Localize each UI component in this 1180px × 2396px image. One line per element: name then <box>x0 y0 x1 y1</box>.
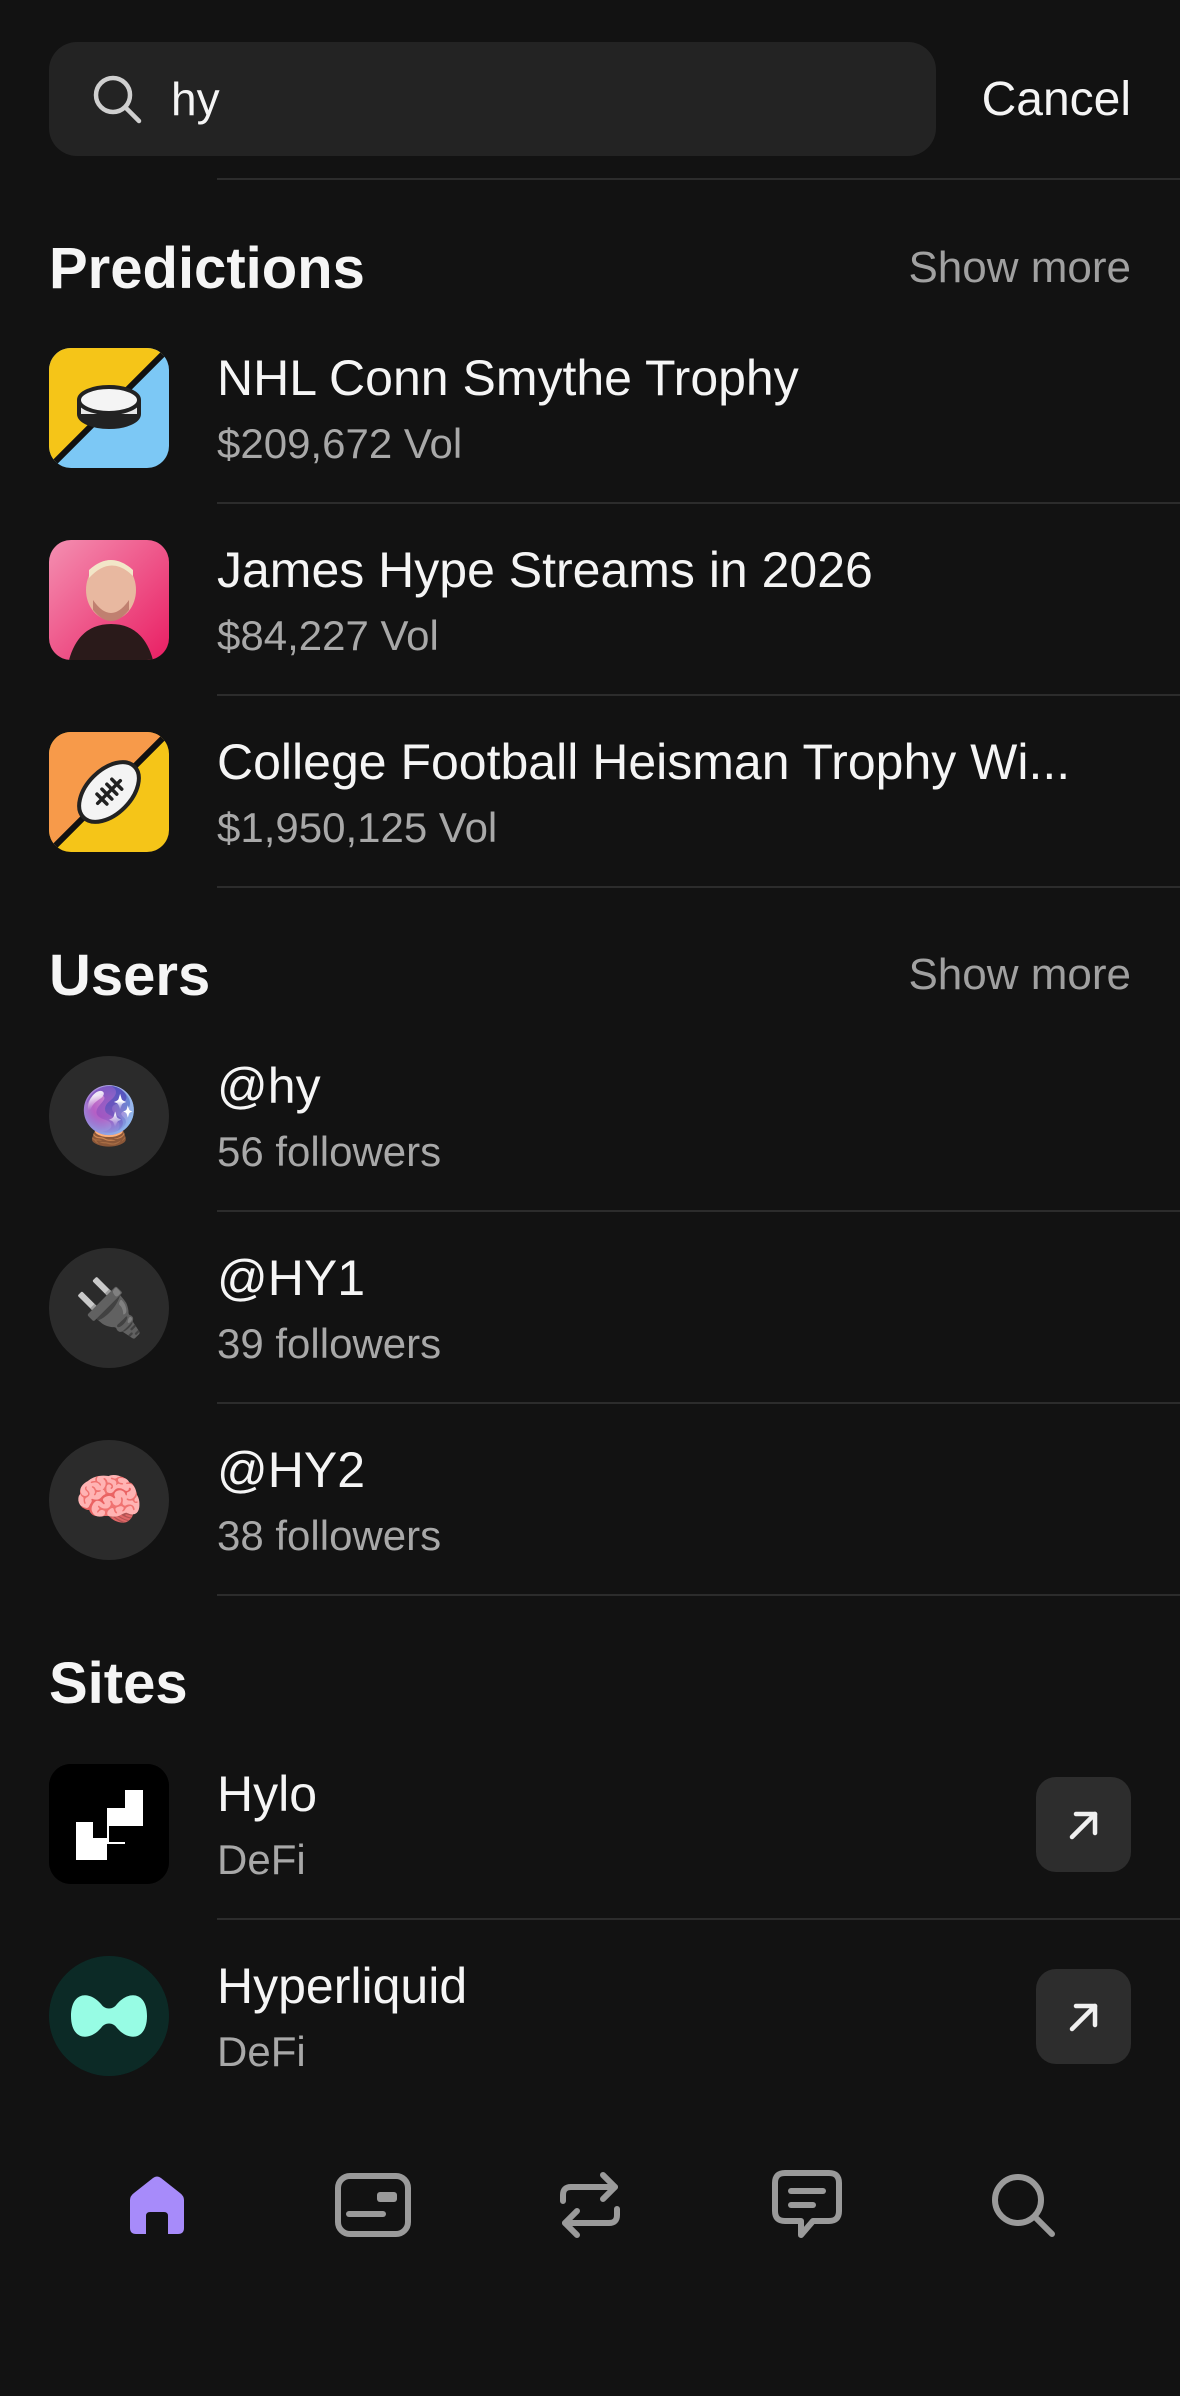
site-category: DeFi <box>217 2028 306 2075</box>
section-title-users: Users <box>49 942 211 1008</box>
bottom-nav <box>0 2160 1180 2250</box>
site-text: Hyperliquid DeFi <box>217 1956 467 2080</box>
sites-header: Sites <box>49 1643 1131 1723</box>
search-results-screen: Cancel Predictions Show more NHL Conn Sm… <box>0 0 1180 2396</box>
nav-search[interactable] <box>978 2160 1068 2250</box>
section-title-sites: Sites <box>49 1650 188 1716</box>
prediction-row[interactable]: James Hype Streams in 2026 $84,227 Vol <box>0 504 1180 696</box>
site-name: Hylo <box>217 1766 318 1822</box>
search-icon <box>93 75 142 124</box>
swap-icon <box>560 2172 620 2238</box>
prediction-title: College Football Heisman Trophy Wi... <box>217 734 1071 790</box>
divider <box>217 1594 1180 1596</box>
nav-wallet[interactable] <box>328 2160 418 2250</box>
hyperliquid-logo <box>49 1956 169 2076</box>
user-text: @HY1 39 followers <box>217 1248 441 1372</box>
user-row[interactable]: 🧠 @HY2 38 followers <box>0 1404 1180 1596</box>
predictions-show-more-button[interactable]: Show more <box>908 243 1131 293</box>
predictions-header: Predictions Show more <box>49 228 1131 308</box>
site-text: Hylo DeFi <box>217 1764 317 1888</box>
site-name: Hyperliquid <box>217 1958 468 2014</box>
person-avatar <box>49 540 169 660</box>
nav-messages[interactable] <box>762 2160 852 2250</box>
prediction-volume: $1,950,125 Vol <box>217 804 498 851</box>
search-input[interactable] <box>171 72 871 126</box>
prediction-title: James Hype Streams in 2026 <box>217 542 873 598</box>
open-site-button[interactable] <box>1036 1969 1131 2064</box>
user-followers: 38 followers <box>217 1512 442 1559</box>
hockey-puck-icon <box>49 348 169 468</box>
search-icon <box>992 2174 1055 2237</box>
prediction-title: NHL Conn Smythe Trophy <box>217 350 799 406</box>
user-avatar: 🔮 <box>49 1056 169 1176</box>
prediction-volume: $209,672 Vol <box>217 420 463 467</box>
user-handle: @HY1 <box>217 1250 366 1306</box>
users-header: Users Show more <box>49 935 1131 1015</box>
user-followers: 39 followers <box>217 1320 442 1367</box>
chat-icon <box>772 2170 842 2238</box>
crystal-ball-icon: 🔮 <box>74 1084 144 1147</box>
users-show-more-button[interactable]: Show more <box>908 950 1131 1000</box>
divider <box>217 886 1180 888</box>
prediction-text: NHL Conn Smythe Trophy $209,672 Vol <box>217 348 799 472</box>
hylo-logo <box>49 1764 169 1884</box>
site-category: DeFi <box>217 1836 306 1883</box>
wallet-icon <box>335 2173 411 2237</box>
prediction-volume: $84,227 Vol <box>217 612 439 659</box>
arrow-up-right-icon <box>1069 2003 1097 2031</box>
site-row[interactable]: Hylo DeFi <box>0 1728 1180 1920</box>
prediction-text: James Hype Streams in 2026 $84,227 Vol <box>217 540 873 664</box>
cancel-button[interactable]: Cancel <box>982 72 1131 127</box>
user-row[interactable]: 🔌 @HY1 39 followers <box>0 1212 1180 1404</box>
prediction-text: College Football Heisman Trophy Wi... $1… <box>217 732 1070 856</box>
site-row[interactable]: Hyperliquid DeFi <box>0 1920 1180 2112</box>
home-icon <box>130 2176 184 2234</box>
search-header: Cancel <box>49 42 1131 156</box>
user-row[interactable]: 🔮 @hy 56 followers <box>0 1020 1180 1212</box>
prediction-row[interactable]: College Football Heisman Trophy Wi... $1… <box>0 696 1180 888</box>
user-text: @hy 56 followers <box>217 1056 441 1180</box>
user-handle: @hy <box>217 1058 321 1114</box>
brain-icon: 🧠 <box>74 1468 144 1531</box>
user-avatar: 🧠 <box>49 1440 169 1560</box>
user-avatar: 🔌 <box>49 1248 169 1368</box>
arrow-up-right-icon <box>1069 1811 1097 1839</box>
nav-swap[interactable] <box>545 2160 635 2250</box>
section-title-predictions: Predictions <box>49 235 365 301</box>
user-text: @HY2 38 followers <box>217 1440 441 1564</box>
nav-home[interactable] <box>112 2160 202 2250</box>
user-handle: @HY2 <box>217 1442 366 1498</box>
user-followers: 56 followers <box>217 1128 442 1175</box>
football-icon <box>49 732 169 852</box>
prediction-row[interactable]: NHL Conn Smythe Trophy $209,672 Vol <box>0 312 1180 504</box>
plug-icon: 🔌 <box>74 1276 144 1339</box>
open-site-button[interactable] <box>1036 1777 1131 1872</box>
divider <box>217 178 1180 180</box>
search-box[interactable] <box>49 42 936 156</box>
